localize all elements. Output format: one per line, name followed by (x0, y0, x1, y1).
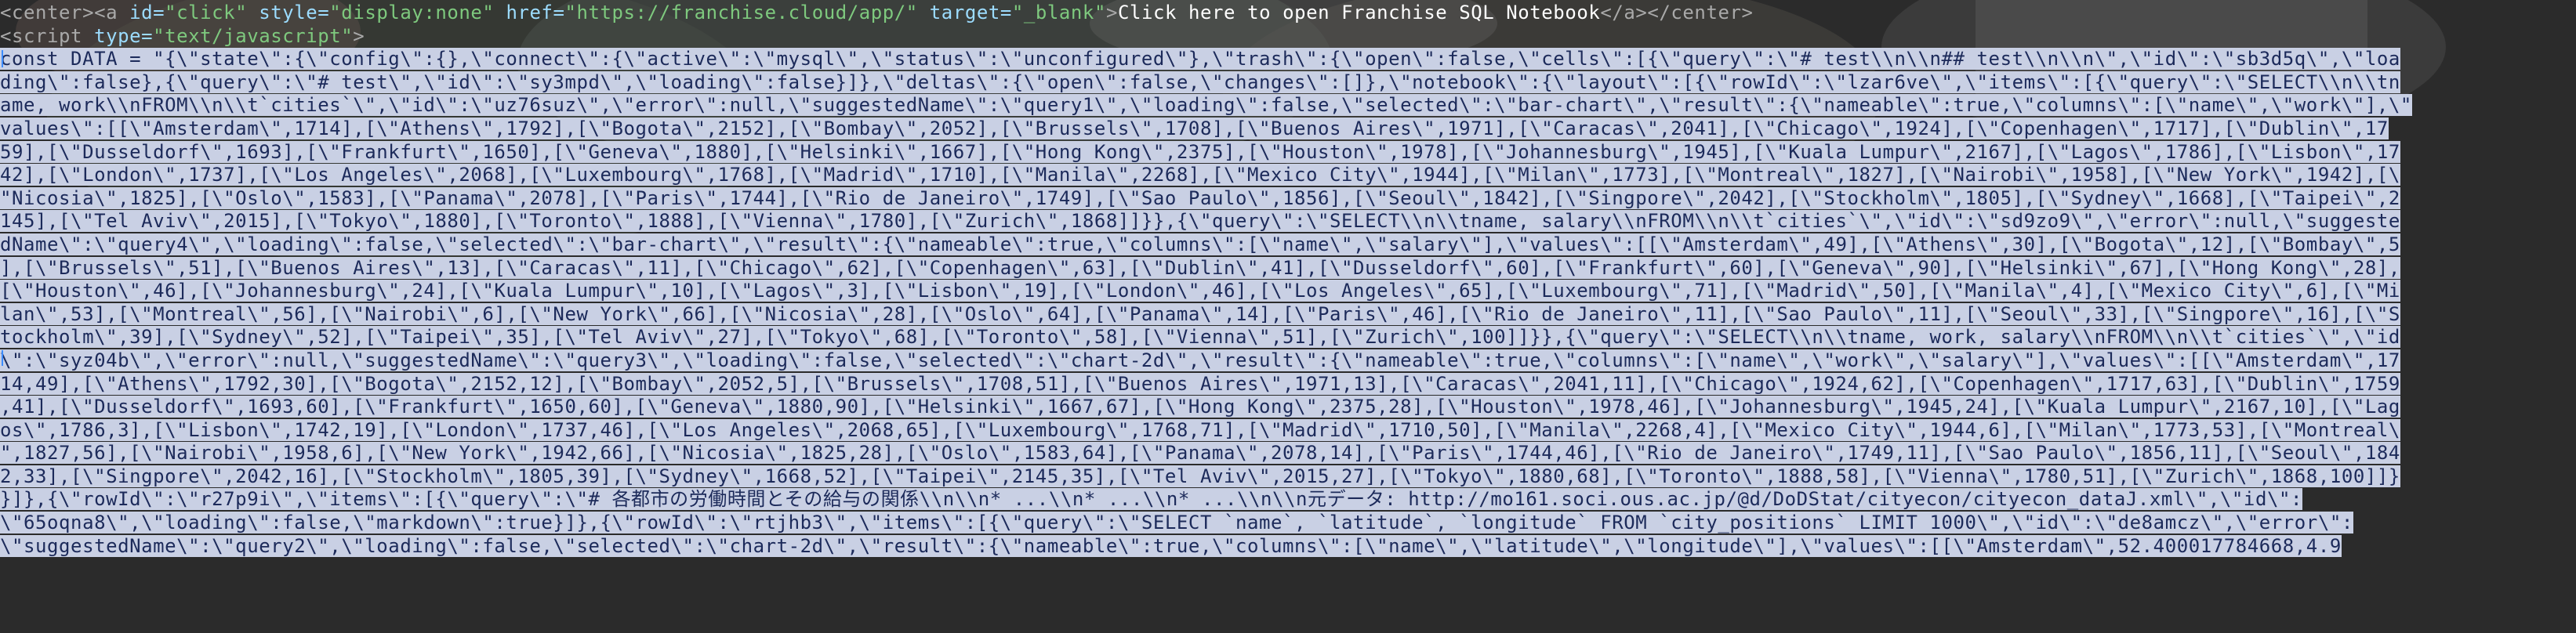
source-line[interactable]: values\":[[\"Amsterdam\",1714],[\"Athens… (0, 117, 2412, 141)
selected-code-text: 145],[\"Tel Aviv\",2015],[\"Tokyo\",1880… (0, 210, 2400, 233)
source-line[interactable]: <script type="text/javascript"> (0, 25, 2412, 49)
source-line[interactable]: <center><a id="click" style="display:non… (0, 2, 2412, 25)
selected-code-text: os\",1786,3],[\"Lisbon\",1742,19],[\"Lon… (0, 418, 2400, 441)
selected-code-text: lan\",53],[\"Montreal\",56],[\"Nairobi\"… (0, 302, 2400, 325)
code-token: style= (259, 2, 330, 24)
source-line[interactable]: ],[\"Brussels\",51],[\"Buenos Aires\",13… (0, 256, 2412, 280)
source-line[interactable]: const DATA = "{\"state\":{\"config\":{},… (0, 48, 2412, 71)
code-token: Click here to open Franchise SQL Noteboo… (1117, 2, 1601, 24)
source-line[interactable]: os\",1786,3],[\"Lisbon\",1742,19],[\"Lon… (0, 418, 2412, 443)
selected-code-text: \":\"syz04b\",\"error\":null,\"suggested… (0, 349, 2400, 371)
selected-code-text: dName\":\"query4\",\"loading\":false,\"s… (0, 233, 2400, 255)
source-line[interactable]: tockholm\",39],[\"Sydney\",52],[\"Taipei… (0, 326, 2412, 349)
code-token: "click" (165, 2, 248, 24)
code-token: target= (929, 2, 1012, 24)
selected-code-text: 2,33],[\"Singpore\",2042,16],[\"Stockhol… (0, 465, 2400, 487)
source-line[interactable]: ",1827,56],[\"Nairobi\",1958,6],[\"New Y… (0, 442, 2412, 465)
selected-code-text: 42],[\"London\",1737],[\"Los Angeles\",2… (0, 164, 2400, 186)
selected-code-text: values\":[[\"Amsterdam\",1714],[\"Athens… (0, 117, 2389, 139)
source-line[interactable]: ame, work\\nFROM\\n\\t`cities`\",\"id\":… (0, 94, 2412, 118)
selected-code-text: 59],[\"Dusseldorf\",1693],[\"Frankfurt\"… (0, 140, 2400, 163)
source-line[interactable]: "Nicosia\",1825],[\"Oslo\",1583],[\"Pana… (0, 186, 2412, 211)
source-line[interactable]: 59],[\"Dusseldorf\",1693],[\"Frankfurt\"… (0, 140, 2412, 165)
selected-code-text: ame, work\\nFROM\\n\\t`cities`\",\"id\":… (0, 94, 2412, 117)
code-token: "_blank" (1011, 2, 1106, 24)
code-token: id= (129, 2, 165, 24)
code-token: "https://franchise.cloud/app/" (564, 2, 918, 24)
selected-code-text: ding\":false},{\"query\":\"# test\",\"id… (0, 71, 2400, 93)
source-line[interactable]: ding\":false},{\"query\":\"# test\",\"id… (0, 71, 2412, 95)
source-line[interactable]: \":\"syz04b\",\"error\":null,\"suggested… (0, 349, 2412, 373)
text-caret-secondary (2, 350, 3, 366)
code-token: href= (506, 2, 565, 24)
source-line[interactable]: \"suggestedName\":\"query2\",\"loading\"… (0, 534, 2412, 559)
selected-code-text: "Nicosia\",1825],[\"Oslo\",1583],[\"Pana… (0, 186, 2400, 209)
source-line[interactable]: 145],[\"Tel Aviv\",2015],[\"Tokyo\",1880… (0, 210, 2412, 233)
code-token: <center><a (0, 2, 130, 24)
selected-code-text: 14,49],[\"Athens\",1792,30],[\"Bogota\",… (0, 372, 2400, 395)
source-line[interactable]: 42],[\"London\",1737],[\"Los Angeles\",2… (0, 164, 2412, 187)
code-token: <script (0, 24, 95, 47)
code-token: "text/javascript" (153, 24, 354, 47)
source-line[interactable]: 2,33],[\"Singpore\",2042,16],[\"Stockhol… (0, 465, 2412, 489)
selected-code-text: \"suggestedName\":\"query2\",\"loading\"… (0, 534, 2342, 557)
source-line[interactable]: lan\",53],[\"Montreal\",56],[\"Nairobi\"… (0, 302, 2412, 327)
selected-code-text: \"65oqna8\",\"loading\":false,\"markdown… (0, 512, 2353, 534)
source-line[interactable]: }]},{\"rowId\":\"r27p9i\",\"items\":[{\"… (0, 488, 2412, 512)
source-code-block[interactable]: <center><a id="click" style="display:non… (0, 2, 2412, 558)
source-line[interactable]: \"65oqna8\",\"loading\":false,\"markdown… (0, 512, 2412, 535)
selected-code-text: [\"Houston\",46],[\"Johannesburg\",24],[… (0, 280, 2400, 302)
selected-code-text: ,41],[\"Dusseldorf\",1693,60],[\"Frankfu… (0, 396, 2400, 418)
source-line[interactable]: ,41],[\"Dusseldorf\",1693,60],[\"Frankfu… (0, 396, 2412, 419)
selected-code-text: }]},{\"rowId\":\"r27p9i\",\"items\":[{\"… (0, 488, 2302, 511)
selected-code-text: ],[\"Brussels\",51],[\"Buenos Aires\",13… (0, 256, 2400, 279)
code-token: > (1105, 2, 1118, 24)
text-caret (2, 50, 3, 67)
code-token: </a></center> (1600, 2, 1754, 24)
source-line[interactable]: [\"Houston\",46],[\"Johannesburg\",24],[… (0, 280, 2412, 303)
code-token: "display:none" (329, 2, 495, 24)
code-token: > (353, 24, 365, 47)
selected-code-text: const DATA = "{\"state\":{\"config\":{},… (0, 48, 2400, 71)
source-line[interactable]: dName\":\"query4\",\"loading\":false,\"s… (0, 233, 2412, 257)
code-token: type= (94, 24, 154, 47)
selected-code-text: ",1827,56],[\"Nairobi\",1958,6],[\"New Y… (0, 442, 2400, 465)
selected-code-text: tockholm\",39],[\"Sydney\",52],[\"Taipei… (0, 326, 2400, 349)
source-line[interactable]: 14,49],[\"Athens\",1792,30],[\"Bogota\",… (0, 372, 2412, 396)
html-source-viewer[interactable]: <center><a id="click" style="display:non… (0, 0, 2576, 633)
